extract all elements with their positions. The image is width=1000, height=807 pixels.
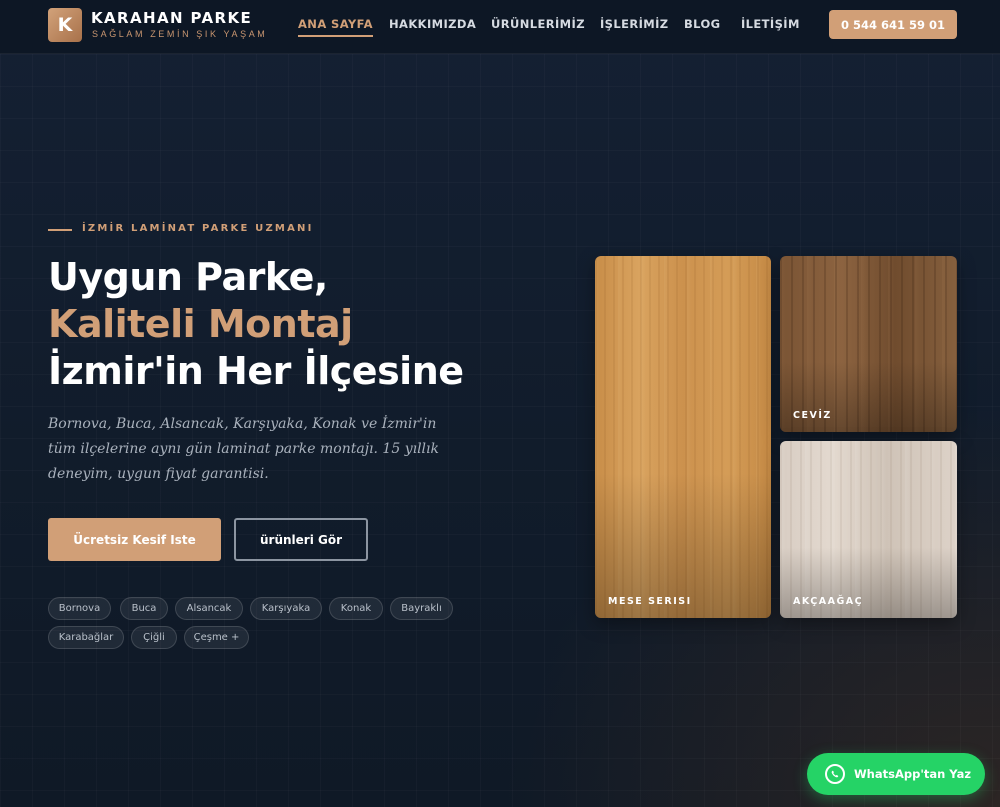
nav-link-home[interactable]: ANA SAYFA [298, 17, 373, 37]
nav-link-blog[interactable]: BLOG [684, 17, 721, 31]
whatsapp-button[interactable]: WhatsApp'tan Yaz [807, 753, 985, 795]
district-chip[interactable]: Konak [329, 597, 383, 620]
whatsapp-icon [825, 764, 845, 784]
district-chip[interactable]: Bornova [48, 597, 111, 620]
product-card-label: MESE SERISI [608, 596, 692, 607]
district-chip[interactable]: Bayraklı [390, 597, 453, 620]
view-products-button[interactable]: ürünleri Gör [234, 518, 368, 561]
brand-name[interactable]: KARAHAN PARKE [91, 9, 252, 27]
free-survey-button[interactable]: Ücretsiz Kesif Iste [48, 518, 221, 561]
eyebrow-divider [48, 229, 72, 231]
nav-link-contact[interactable]: İLETİŞİM [741, 17, 800, 31]
district-chip[interactable]: Çiğli [131, 626, 177, 649]
top-navbar: K KARAHAN PARKE SAĞLAM ZEMİN ŞIK YAŞAM A… [0, 0, 1000, 54]
whatsapp-label: WhatsApp'tan Yaz [854, 767, 972, 781]
card-shade [595, 256, 771, 618]
hero-title-line1: Uygun Parke, [48, 255, 328, 299]
district-chip[interactable]: Karabağlar [48, 626, 124, 649]
product-card-label: AKÇAAĞAÇ [793, 596, 864, 607]
hero-eyebrow: İZMİR LAMİNAT PARKE UZMANI [82, 223, 314, 234]
hero-description: Bornova, Buca, Alsancak, Karşıyaka, Kona… [48, 416, 439, 482]
nav-link-products[interactable]: ÜRÜNLERİMİZ [491, 17, 585, 31]
phone-button[interactable]: 0 544 641 59 01 [829, 10, 957, 39]
product-card-oak[interactable]: MESE SERISI [595, 256, 771, 618]
district-chip[interactable]: Alsancak [175, 597, 243, 620]
logo-icon[interactable]: K [48, 8, 82, 42]
product-card-walnut[interactable]: CEVİZ [780, 256, 957, 432]
product-card-maple[interactable]: AKÇAAĞAÇ [780, 441, 957, 618]
brand-tagline: SAĞLAM ZEMİN ŞIK YAŞAM [92, 29, 268, 39]
district-chip[interactable]: Çeşme + [184, 626, 249, 649]
product-card-label: CEVİZ [793, 410, 832, 421]
hero-title-line2: Kaliteli Montaj [48, 302, 353, 346]
nav-link-about[interactable]: HAKKIMIZDA [389, 17, 476, 31]
card-shade [780, 256, 957, 432]
district-chip[interactable]: Karşıyaka [250, 597, 322, 620]
hero-title-line3: İzmir'in Her İlçesine [48, 349, 464, 393]
card-shade [780, 441, 957, 618]
nav-link-projects[interactable]: İŞLERİMİZ [600, 17, 669, 31]
district-chip[interactable]: Buca [120, 597, 168, 620]
